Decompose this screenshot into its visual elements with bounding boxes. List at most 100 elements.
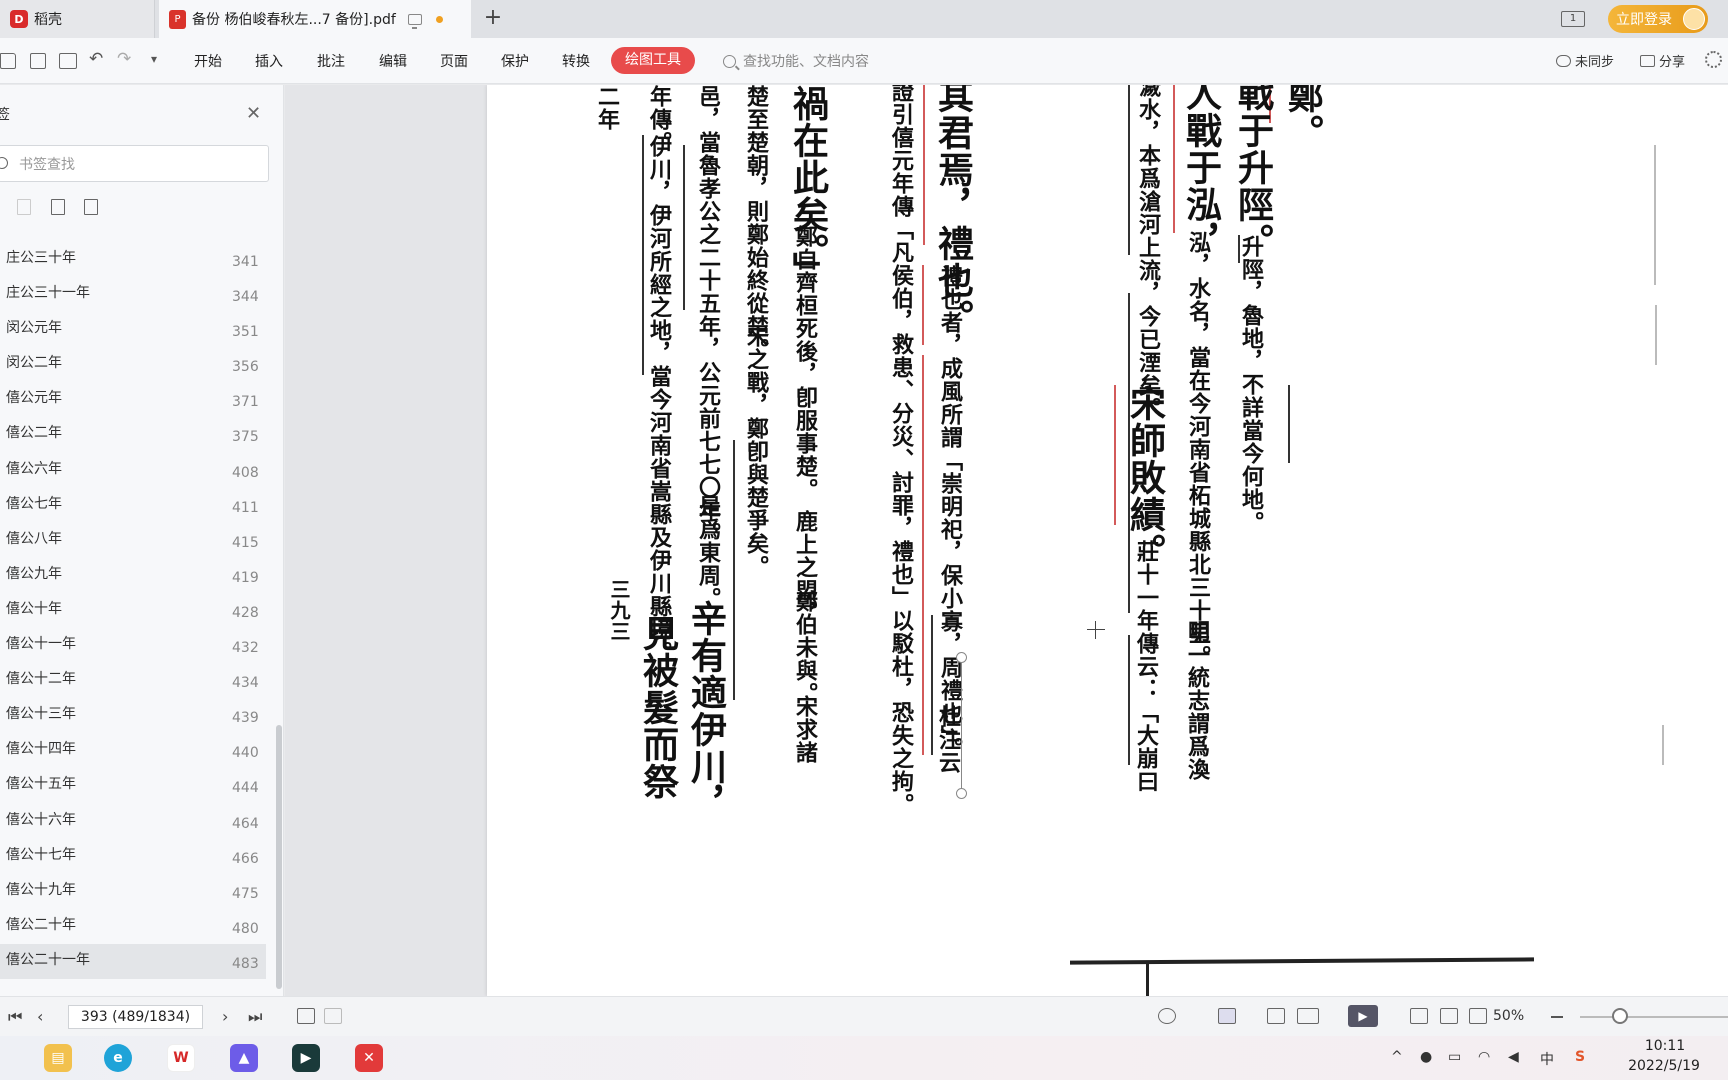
bookmark-search-input[interactable]: 书签查找 bbox=[0, 145, 269, 182]
bookmark-label: 僖公十一年 bbox=[6, 636, 76, 653]
redo-icon[interactable]: ↷ bbox=[117, 49, 133, 69]
customize-dropdown-icon[interactable]: ▾ bbox=[151, 52, 167, 68]
menu-annotate[interactable]: 批注 bbox=[317, 51, 345, 71]
bookmark-item[interactable]: 庄公三十一年 344 bbox=[0, 277, 266, 312]
bookmark-item[interactable]: 僖公八年 415 bbox=[0, 523, 266, 558]
login-button[interactable]: 立即登录 bbox=[1608, 5, 1708, 33]
two-page-icon[interactable] bbox=[1297, 1008, 1319, 1024]
selection-handle-line[interactable] bbox=[961, 657, 962, 793]
bookmark-item[interactable]: 僖公十三年 439 bbox=[0, 698, 266, 733]
bookmark-item[interactable]: 僖公十五年 444 bbox=[0, 768, 266, 803]
menu-edit[interactable]: 编辑 bbox=[379, 51, 407, 71]
battery-icon[interactable]: ▭ bbox=[1448, 1049, 1461, 1065]
bookmark-item[interactable]: 僖公七年 411 bbox=[0, 488, 266, 523]
first-page-icon[interactable]: ⏮ bbox=[8, 1007, 22, 1027]
text-column: 證引僖元年傳「凡侯伯，救患、分災、討罪，禮也」以駁杜，恐失之拘。 bbox=[888, 85, 914, 816]
next-page-icon[interactable]: › bbox=[222, 1007, 228, 1026]
bookmark-item[interactable]: 僖公十六年 464 bbox=[0, 804, 266, 839]
menu-page[interactable]: 页面 bbox=[440, 51, 468, 71]
play-slideshow-button[interactable]: ▶ bbox=[1348, 1005, 1378, 1027]
photos-app-icon[interactable]: ▲ bbox=[230, 1044, 258, 1072]
settings-gear-icon[interactable] bbox=[1705, 51, 1722, 68]
zoom-slider[interactable] bbox=[1580, 1016, 1728, 1018]
bookmark-item[interactable]: 僖公十一年 432 bbox=[0, 628, 266, 663]
zoom-slider-knob[interactable] bbox=[1612, 1008, 1628, 1024]
back-icon[interactable] bbox=[297, 1008, 315, 1024]
tab-document[interactable]: P 备份 杨伯峻春秋左...7 备份].pdf bbox=[159, 0, 471, 38]
menu-drawing-tools[interactable]: 绘图工具 bbox=[611, 47, 695, 74]
wifi-icon[interactable]: ◠ bbox=[1478, 1049, 1490, 1065]
bookmark-item[interactable]: 僖公九年 419 bbox=[0, 558, 266, 593]
bookmark-icon[interactable] bbox=[84, 199, 98, 215]
tray-chevron-icon[interactable]: ^ bbox=[1391, 1049, 1403, 1065]
zoom-level[interactable]: 50% bbox=[1493, 1008, 1524, 1024]
bookmark-item[interactable]: 闵公元年 351 bbox=[0, 312, 266, 347]
bookmark-item[interactable]: 闵公二年 356 bbox=[0, 347, 266, 382]
add-bookmark-icon[interactable] bbox=[51, 199, 65, 215]
red-underline bbox=[923, 85, 925, 245]
menu-convert[interactable]: 转换 bbox=[562, 51, 590, 71]
tab-home-label: 稻壳 bbox=[34, 12, 62, 28]
fit-width-icon[interactable] bbox=[1469, 1008, 1487, 1024]
volume-icon[interactable]: ◀ bbox=[1508, 1049, 1519, 1065]
actual-size-icon[interactable] bbox=[1410, 1008, 1428, 1024]
prev-page-icon[interactable]: ‹ bbox=[37, 1007, 43, 1026]
ime-indicator[interactable]: 中 bbox=[1540, 1049, 1554, 1069]
sidebar-title: 签 bbox=[0, 107, 10, 123]
text-column: 鄭伯未與。 bbox=[792, 590, 818, 705]
bookmark-item[interactable]: 僖公十年 428 bbox=[0, 593, 266, 628]
bookmark-item[interactable]: 僖公元年 371 bbox=[0, 382, 266, 417]
bookmark-item[interactable]: 僖公六年 408 bbox=[0, 453, 266, 488]
media-app-icon[interactable]: ▶ bbox=[292, 1044, 320, 1072]
sidebar-scrollbar[interactable] bbox=[276, 725, 282, 989]
wps-office-icon[interactable]: W bbox=[167, 1044, 195, 1072]
last-page-icon[interactable]: ⏭ bbox=[248, 1007, 262, 1027]
bookmark-page: 351 bbox=[232, 324, 259, 341]
clock-time[interactable]: 10:11 bbox=[1620, 1038, 1710, 1054]
file-explorer-icon[interactable]: ▤ bbox=[44, 1044, 72, 1072]
menu-insert[interactable]: 插入 bbox=[255, 51, 283, 71]
share-button[interactable]: 分享 bbox=[1640, 51, 1685, 70]
bookmark-item[interactable]: 僖公十二年 434 bbox=[0, 663, 266, 698]
selection-handle-top[interactable] bbox=[956, 652, 967, 663]
close-icon[interactable]: ✕ bbox=[246, 103, 261, 124]
function-search-placeholder: 查找功能、文档内容 bbox=[743, 54, 869, 70]
sogou-input-icon[interactable]: S bbox=[1575, 1049, 1585, 1065]
bookmark-item[interactable]: 僖公二十年 480 bbox=[0, 909, 266, 944]
menu-protect[interactable]: 保护 bbox=[501, 51, 529, 71]
zoom-out-icon[interactable] bbox=[1551, 1016, 1563, 1018]
bookmark-item[interactable]: 僖公二年 375 bbox=[0, 417, 266, 452]
pdf-app-icon[interactable]: ✕ bbox=[355, 1044, 383, 1072]
eye-protection-icon[interactable] bbox=[1158, 1008, 1176, 1024]
mark-line bbox=[1128, 85, 1130, 255]
bookmark-item[interactable]: 僖公十七年 466 bbox=[0, 839, 266, 874]
undo-icon[interactable]: ↶ bbox=[89, 49, 105, 69]
continuous-page-icon[interactable] bbox=[1218, 1008, 1236, 1024]
text-column: 莊十一年傳云：「大崩曰 bbox=[1133, 540, 1159, 793]
new-tab-button[interactable]: + bbox=[481, 7, 505, 31]
open-folder-icon[interactable] bbox=[0, 53, 16, 69]
bookmark-label: 僖公十九年 bbox=[6, 881, 76, 898]
page-number-field[interactable]: 393 (489/1834) bbox=[68, 1005, 203, 1029]
page-number: 三九三 bbox=[607, 579, 631, 642]
forward-icon[interactable] bbox=[324, 1008, 342, 1024]
single-page-icon[interactable] bbox=[1267, 1008, 1285, 1024]
save-icon[interactable] bbox=[30, 53, 46, 69]
clock-date[interactable]: 2022/5/19 bbox=[1614, 1058, 1714, 1074]
tab-count-icon[interactable]: 1 bbox=[1561, 11, 1585, 27]
tab-home[interactable]: D 稻壳 bbox=[0, 0, 155, 38]
sync-status[interactable]: 未同步 bbox=[1556, 51, 1614, 70]
fit-page-icon[interactable] bbox=[1440, 1008, 1458, 1024]
bookmark-item[interactable]: 僖公十九年 475 bbox=[0, 874, 266, 909]
monitor-icon[interactable] bbox=[407, 13, 422, 29]
print-icon[interactable] bbox=[59, 53, 77, 69]
function-search[interactable]: 查找功能、文档内容 bbox=[723, 50, 869, 72]
expand-all-icon[interactable] bbox=[17, 199, 31, 215]
edge-browser-icon[interactable]: e bbox=[104, 1044, 132, 1072]
microphone-icon[interactable]: ● bbox=[1420, 1049, 1432, 1065]
bookmark-item[interactable]: 僖公十四年 440 bbox=[0, 733, 266, 768]
bookmark-item[interactable]: 庄公三十年 341 bbox=[0, 242, 266, 277]
selection-handle-bottom[interactable] bbox=[956, 788, 967, 799]
menu-start[interactable]: 开始 bbox=[194, 51, 222, 71]
bookmark-item[interactable]: 僖公二十一年 483 bbox=[0, 943, 266, 979]
